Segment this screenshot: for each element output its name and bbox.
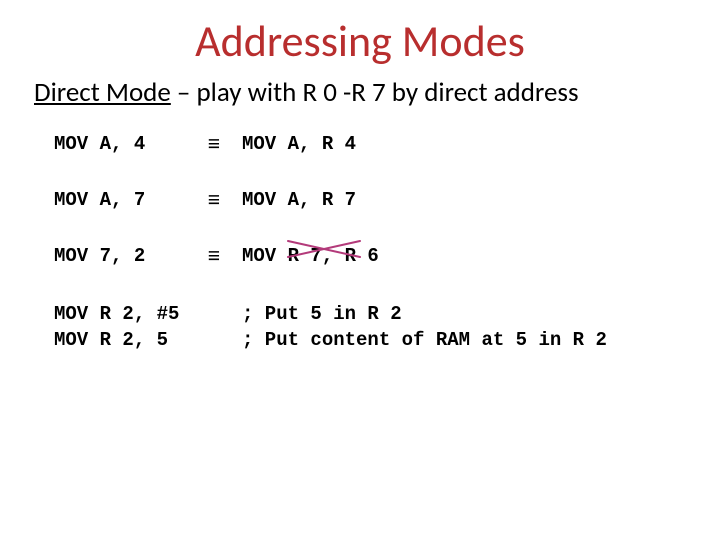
equiv-symbol: ≡ — [186, 131, 242, 157]
example-block: MOV R 2, #5 ; Put 5 in R 2 MOV R 2, 5 ; … — [54, 303, 686, 351]
code-line: MOV R 2, #5 ; Put 5 in R 2 — [54, 303, 686, 325]
code-instr: MOV R 2, #5 — [54, 303, 242, 325]
code-comment: ; Put 5 in R 2 — [242, 303, 402, 325]
equivalence-row: MOV 7, 2 ≡ MOV R 7, R 6 — [54, 243, 686, 269]
slide-subhead: Direct Mode – play with R 0 -R 7 by dire… — [34, 76, 686, 109]
code-lhs: MOV 7, 2 — [54, 245, 186, 267]
code-line: MOV R 2, 5 ; Put content of RAM at 5 in … — [54, 329, 686, 351]
code-rhs: MOV A, R 7 — [242, 189, 356, 211]
code-rhs: MOV A, R 4 — [242, 133, 356, 155]
equivalence-row: MOV A, 4 ≡ MOV A, R 4 — [54, 131, 686, 157]
subhead-rest: – play with R 0 -R 7 by direct address — [171, 76, 579, 109]
code-lhs: MOV A, 4 — [54, 133, 186, 155]
equiv-symbol: ≡ — [186, 243, 242, 269]
code-lhs: MOV A, 7 — [54, 189, 186, 211]
code-rhs-wrap: MOV A, R 7 — [242, 189, 356, 211]
code-comment: ; Put content of RAM at 5 in R 2 — [242, 329, 607, 351]
equiv-symbol: ≡ — [186, 187, 242, 213]
code-rhs-wrap: MOV A, R 4 — [242, 133, 356, 155]
slide-title: Addressing Modes — [34, 14, 686, 68]
equivalence-row: MOV A, 7 ≡ MOV A, R 7 — [54, 187, 686, 213]
subhead-underlined: Direct Mode — [34, 76, 171, 109]
code-instr: MOV R 2, 5 — [54, 329, 242, 351]
equivalence-rows: MOV A, 4 ≡ MOV A, R 4 MOV A, 7 ≡ MOV A, … — [54, 131, 686, 269]
slide: Addressing Modes Direct Mode – play with… — [0, 0, 720, 540]
code-rhs: MOV R 7, R 6 — [242, 245, 379, 267]
code-rhs-wrap: MOV R 7, R 6 — [242, 245, 379, 267]
